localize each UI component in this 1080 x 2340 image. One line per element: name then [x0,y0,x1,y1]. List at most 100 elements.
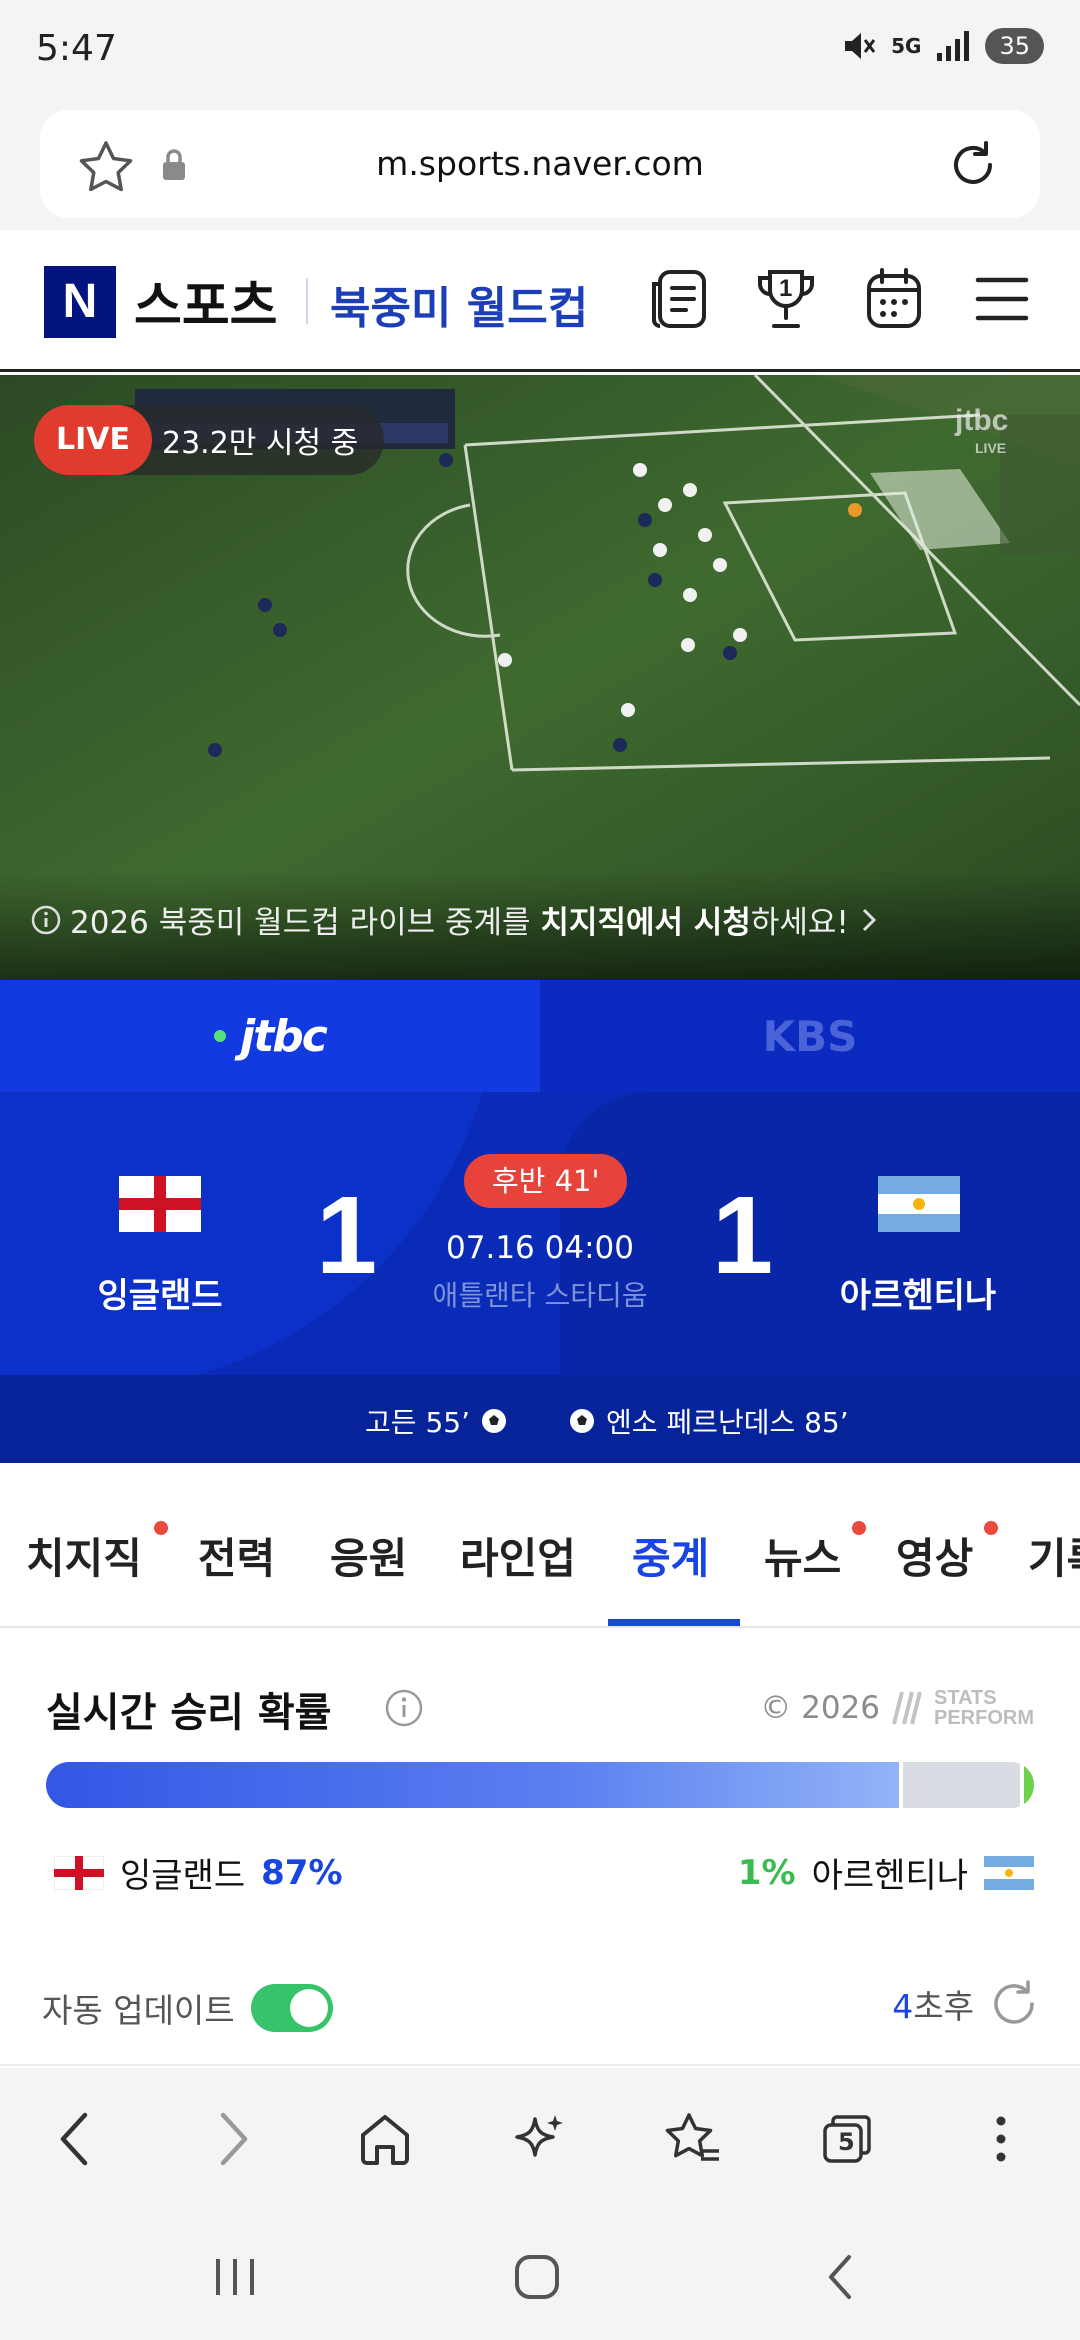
away-probability-fill [1024,1762,1034,1808]
notice-bold: 치지직에서 시청 [540,905,751,941]
chevron-left-icon [829,2255,851,2299]
system-home-button[interactable] [502,2242,572,2312]
away-team-name[interactable]: 아르헨티나 [788,1268,1048,1317]
recent-apps-button[interactable] [200,2242,270,2312]
tab-jtbc[interactable]: jtbc [0,980,540,1092]
tab-lineup[interactable]: 라인업 [460,1525,576,1586]
home-icon [361,2115,409,2165]
live-video-player[interactable]: jtbc LIVE LIVE 23.2만 시청 중 2026 북중미 월드컵 라… [0,375,1080,980]
status-icons: 5G 35 [841,28,1044,64]
auto-update-toggle[interactable] [250,1984,333,2032]
away-probability-value: 1% [737,1852,796,1893]
home-probability-legend: 잉글랜드 87% [54,1848,343,1897]
content-divider [0,2064,1080,2066]
system-back-button[interactable] [806,2242,876,2312]
away-probability-legend: 1% 아르헨티나 [738,1848,1034,1897]
menu-icon[interactable] [974,266,1030,332]
trophy-icon[interactable]: 1 [754,266,818,334]
broadcaster-tabs: jtbc KBS [0,980,1080,1092]
recent-apps-icon [216,2259,254,2295]
match-datetime: 07.16 04:00 [446,1230,634,1266]
notice-prefix: 2026 북중미 월드컵 라이브 중계를 [70,905,541,941]
goal-scorers: 고든 55’ 엔소 페르난데스 85’ [0,1375,1080,1463]
soccer-ball-icon [482,1409,506,1433]
tab-news[interactable]: 뉴스 [764,1525,841,1586]
tab-lineup-strength[interactable]: 전력 [198,1525,275,1586]
refresh-icon[interactable] [988,1978,1040,2030]
network-label: 5G [891,34,922,58]
ai-assist-button[interactable] [504,2104,574,2174]
chzzk-notice-link[interactable]: 2026 북중미 월드컵 라이브 중계를 치지직에서 시청하세요! [30,897,881,942]
more-vertical-icon [996,2116,1006,2162]
auto-update: 자동 업데이트 [42,1984,333,2032]
viewer-count: 23.2만 시청 중 [162,426,359,461]
sports-title[interactable]: 스포츠 [134,264,278,339]
back-button[interactable] [40,2104,110,2174]
worldcup-section-title[interactable]: 북중미 월드컵 [330,272,588,336]
section-tabs: 치지직 전력 응원 라인업 중계 뉴스 영상 기록 [0,1483,1080,1628]
browser-toolbar: 5 [0,2068,1080,2208]
tab-count: 5 [838,2128,855,2156]
system-navigation-bar [0,2208,1080,2340]
stats-perform-logo: STATS PERFORM [934,1688,1034,1728]
bookmark-star-icon [665,2113,719,2161]
stats-provider: © 2026 STATS PERFORM [760,1688,1034,1728]
tab-chzzk[interactable]: 치지직 [26,1525,142,1586]
home-probability-fill [46,1762,899,1808]
chevron-right-icon [220,2112,248,2166]
tab-video[interactable]: 영상 [896,1525,973,1586]
calendar-icon[interactable] [864,266,924,332]
tab-records[interactable]: 기록 [1028,1525,1080,1586]
info-icon [31,905,61,934]
forward-button[interactable] [198,2104,268,2174]
home-scorer: 고든 55’ [365,1401,508,1441]
naver-logo[interactable]: N [44,266,116,338]
england-flag-icon [54,1855,104,1890]
reload-icon[interactable] [946,138,1000,192]
away-team-label: 아르헨티나 [811,1856,968,1896]
info-icon[interactable] [384,1688,424,1728]
chevron-left-icon [60,2112,88,2166]
notice-suffix: 하세요! [750,905,849,941]
new-dot [984,1521,998,1535]
match-period-badge: 후반 41' [464,1154,628,1208]
new-dot [154,1521,168,1535]
more-options-button[interactable] [966,2104,1036,2174]
address-bar[interactable]: m.sports.naver.com [40,110,1040,218]
away-scorer: 엔소 페르난데스 85’ [568,1401,849,1441]
mute-icon [845,33,876,59]
home-scorer-text: 고든 55’ [365,1406,470,1439]
stats-logo-line2: PERFORM [934,1707,1034,1729]
kbs-label: KBS [762,1011,858,1061]
stats-perform-logo-icon [892,1691,922,1725]
status-bar: 5:47 5G 35 [0,0,1080,100]
battery-indicator: 35 [985,28,1044,64]
stats-logo-line1: STATS [934,1687,997,1709]
svg-text:LIVE: LIVE [975,440,1006,456]
url-text[interactable]: m.sports.naver.com [40,144,1040,183]
status-time: 5:47 [36,28,117,69]
tabs-button[interactable]: 5 [812,2104,882,2174]
win-probability-title: 실시간 승리 확률 [46,1690,332,1736]
home-button[interactable] [350,2104,420,2174]
svg-text:jtbc: jtbc [954,404,1008,437]
tab-broadcast[interactable]: 중계 [632,1525,709,1586]
chevron-right-icon [862,908,876,931]
argentina-flag-icon [984,1855,1034,1890]
live-badge: LIVE [34,405,152,475]
new-dot [852,1521,866,1535]
draw-probability-fill [903,1762,1020,1808]
schedule-list-icon[interactable] [648,266,710,332]
jtbc-label: jtbc [240,1010,328,1062]
win-probability-bar [46,1762,1034,1808]
bookmarks-button[interactable] [658,2104,728,2174]
browser-url-area: m.sports.naver.com [0,100,1080,230]
home-probability-value: 87% [261,1852,343,1893]
tab-kbs[interactable]: KBS [540,980,1080,1092]
site-header: N 스포츠 북중미 월드컵 1 [0,230,1080,372]
tab-cheer[interactable]: 응원 [330,1525,407,1586]
sparkle-icon [515,2115,563,2157]
countdown-number: 4 [892,1987,914,2026]
home-circle-icon [515,2255,559,2299]
live-status: LIVE 23.2만 시청 중 [34,405,385,475]
